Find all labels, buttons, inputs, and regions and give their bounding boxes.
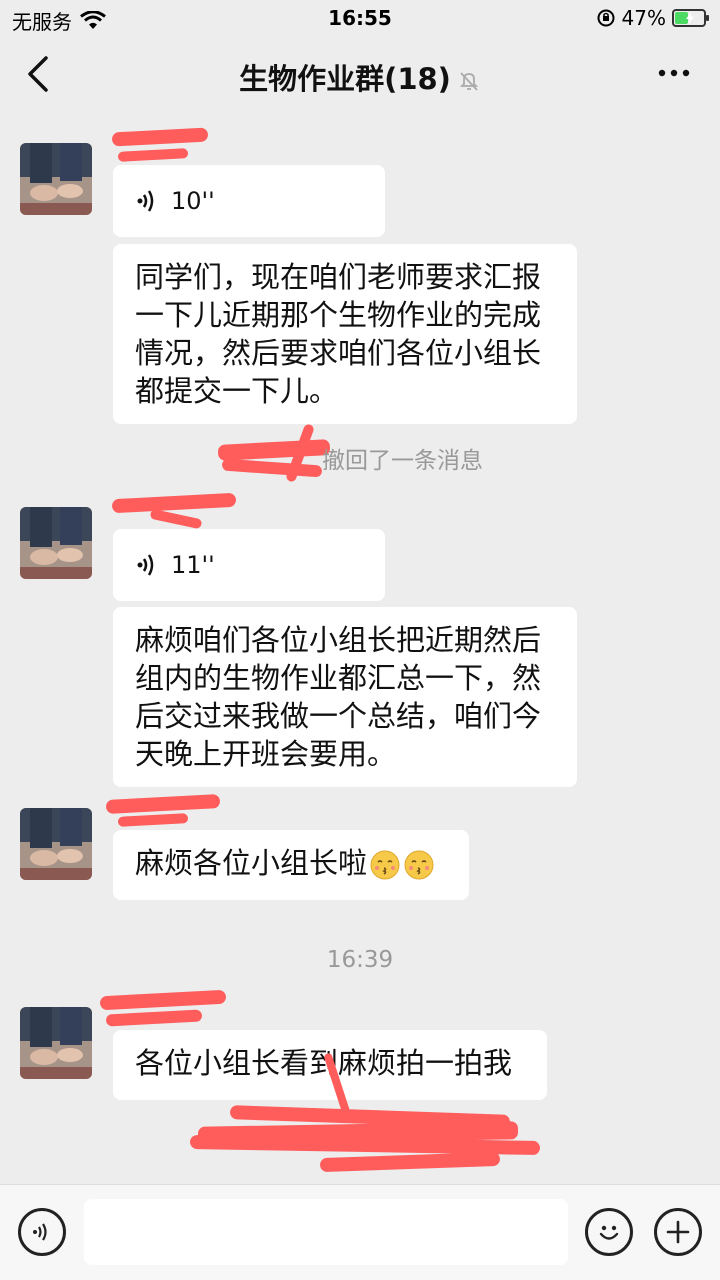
sender-name-redaction (111, 492, 237, 514)
avatar-image (20, 507, 92, 579)
sender-name-redaction (111, 127, 209, 147)
text-message[interactable]: 麻烦咱们各位小组长把近期然后 组内的生物作业都汇总一下，然 后交过来我做一个总结… (113, 607, 577, 787)
plus-button[interactable] (654, 1208, 702, 1256)
battery-percent: 47% (621, 6, 666, 30)
message-text: 麻烦各位小组长啦 (135, 846, 368, 880)
system-name-redaction (217, 439, 331, 461)
message-input[interactable] (84, 1199, 568, 1265)
avatar-image (20, 1007, 92, 1079)
charging-bolt-icon (686, 12, 694, 24)
sender-name-redaction (105, 1009, 203, 1027)
message-line: 同学们，现在咱们老师要求汇报 (135, 260, 542, 294)
sender-name-redaction (105, 794, 221, 814)
sender-name-redaction (117, 813, 189, 827)
voice-message[interactable]: 11'' (113, 529, 385, 601)
timestamp: 16:39 (326, 947, 394, 973)
rotation-lock-icon (597, 9, 615, 27)
emoji-button[interactable] (585, 1208, 633, 1256)
voice-duration: 10'' (171, 187, 215, 215)
sender-name-redaction (99, 989, 227, 1011)
chat-title: 生物作业群(18) (0, 56, 720, 98)
sender-avatar[interactable] (20, 143, 92, 215)
voice-wave-icon (137, 190, 154, 212)
input-bar (0, 1184, 720, 1280)
status-right: 47% (596, 6, 709, 30)
voice-duration: 11'' (171, 551, 215, 579)
message-line: 天晚上开班会要用。 (135, 737, 397, 771)
system-name-redaction (221, 458, 323, 478)
message-line: 组内的生物作业都汇总一下，然 (135, 661, 542, 695)
sender-avatar[interactable] (20, 808, 92, 880)
avatar-image (20, 143, 92, 215)
message-line: 麻烦咱们各位小组长把近期然后 (135, 623, 542, 657)
voice-wave-icon (137, 554, 154, 576)
voice-icon (33, 1223, 47, 1241)
sender-avatar[interactable] (20, 1007, 92, 1079)
kissing-face-icon (404, 850, 434, 880)
message-line: 都提交一下儿。 (135, 374, 339, 408)
text-message[interactable]: 同学们，现在咱们老师要求汇报 一下儿近期那个生物作业的完成 情况，然后要求咱们各… (113, 244, 577, 424)
nav-bar: 生物作业群(18) (0, 36, 720, 112)
voice-message[interactable]: 10'' (113, 165, 385, 237)
message-line: 后交过来我做一个总结，咱们今 (135, 699, 542, 733)
mute-bell-icon (459, 72, 479, 91)
scribble-redaction (319, 1151, 501, 1173)
sender-name-redaction (117, 148, 189, 162)
voice-toggle-button[interactable] (18, 1208, 66, 1256)
message-line: 情况，然后要求咱们各位小组长 (135, 336, 542, 370)
emoji-icon (599, 1225, 619, 1240)
avatar-image (20, 808, 92, 880)
recalled-message-notice: 撤回了一条消息 (322, 448, 483, 474)
status-bar: 无服务 16:55 47% (0, 0, 720, 36)
sender-name-redaction (149, 508, 203, 530)
more-dots-icon[interactable] (656, 58, 692, 88)
sender-avatar[interactable] (20, 507, 92, 579)
kissing-face-icon (370, 850, 400, 880)
plus-icon (666, 1220, 690, 1244)
text-message[interactable]: 麻烦各位小组长啦 (113, 830, 469, 900)
battery-icon (672, 9, 709, 27)
message-line: 一下儿近期那个生物作业的完成 (135, 298, 542, 332)
chat-title-text: 生物作业群(18) (239, 62, 451, 96)
message-text: 各位小组长看到麻烦拍一拍我 (135, 1046, 513, 1080)
